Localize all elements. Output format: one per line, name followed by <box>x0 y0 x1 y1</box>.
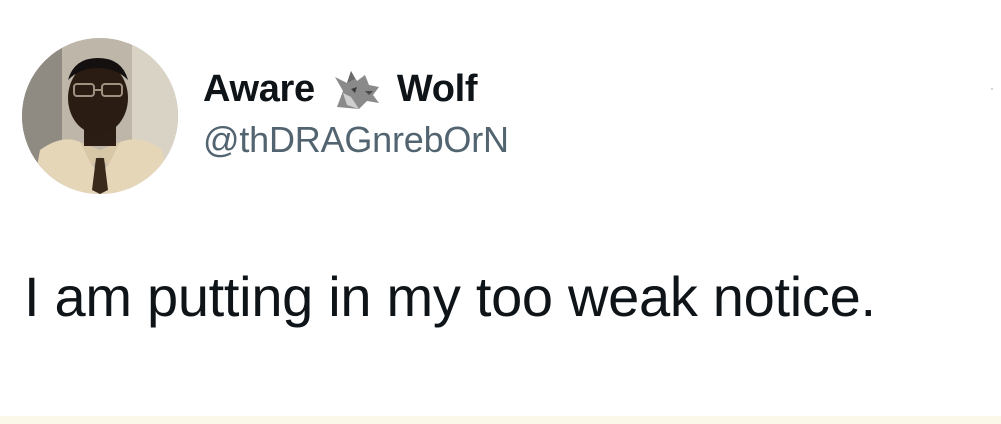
author-name-last: Wolf <box>396 68 478 110</box>
author-name-first: Aware <box>203 68 315 110</box>
wolf-icon <box>329 67 385 111</box>
tweet-text: I am putting in my too weak notice. <box>24 265 876 328</box>
avatar-photo <box>22 38 178 194</box>
tweet-card: Aware Wolf @thDRAGnrebOrN I am putting i… <box>0 0 1001 424</box>
author-name[interactable]: Aware Wolf <box>203 64 478 114</box>
bottom-strip <box>0 416 1001 424</box>
avatar[interactable] <box>22 38 178 194</box>
speck <box>991 88 993 90</box>
author-handle[interactable]: @thDRAGnrebOrN <box>203 122 509 158</box>
